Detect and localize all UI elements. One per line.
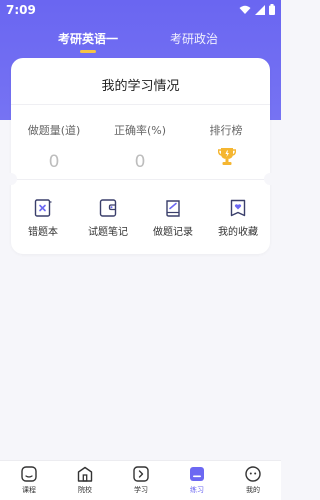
- card-notch-left: [5, 173, 17, 185]
- stat-value: 0: [48, 152, 60, 172]
- status-bar: 7:09: [0, 0, 281, 22]
- leaderboard-entry[interactable]: 排行榜: [183, 122, 269, 138]
- title-divider: [11, 104, 270, 105]
- nav-item-study[interactable]: 学习: [113, 465, 169, 495]
- practice-icon: [190, 467, 204, 481]
- status-icons: [239, 4, 275, 15]
- my-favorites-button[interactable]: 我的收藏: [208, 198, 268, 238]
- nav-label: 练习: [190, 486, 204, 494]
- favorite-icon: [230, 199, 246, 217]
- study-icon: [133, 466, 149, 482]
- nav-item-school[interactable]: 院校: [57, 465, 113, 495]
- trophy-icon[interactable]: [218, 146, 236, 166]
- stat-question-count: 做题量(道) 0: [11, 122, 97, 172]
- wrong-book-icon: [34, 199, 52, 217]
- tab-english-one[interactable]: 考研英语一: [58, 30, 118, 47]
- practice-record-button[interactable]: 做题记录: [143, 198, 203, 238]
- school-icon: [77, 466, 93, 482]
- card-notch-right: [264, 173, 276, 185]
- battery-icon: [269, 4, 275, 15]
- nav-item-course[interactable]: 课程: [1, 465, 57, 495]
- note-icon: [99, 199, 117, 217]
- action-label: 做题记录: [153, 227, 193, 238]
- card-title: 我的学习情况: [101, 79, 180, 94]
- stat-value: 0: [134, 152, 146, 172]
- stat-accuracy: 正确率(%) 0: [97, 122, 183, 172]
- nav-item-profile[interactable]: 我的: [225, 465, 281, 495]
- card-divider: [11, 179, 270, 180]
- action-label: 试题笔记: [88, 227, 128, 238]
- record-icon: [166, 200, 180, 217]
- status-time: 7:09: [6, 3, 36, 17]
- nav-label: 学习: [134, 486, 148, 494]
- subject-tabs: 考研英语一 考研政治: [0, 28, 281, 56]
- nav-label: 我的: [246, 486, 260, 494]
- nav-label: 课程: [22, 486, 36, 494]
- question-notes-button[interactable]: 试题笔记: [78, 198, 138, 238]
- study-overview-card: 我的学习情况 做题量(道) 0 正确率(%) 0 排行榜 错题本 试题笔记 做题…: [5, 58, 276, 254]
- wrong-book-button[interactable]: 错题本: [13, 198, 73, 238]
- action-label: 错题本: [28, 227, 58, 238]
- active-tab-indicator: [80, 50, 96, 53]
- course-icon: [21, 466, 37, 482]
- action-label: 我的收藏: [218, 227, 258, 238]
- stat-label: 正确率(%): [113, 124, 167, 137]
- nav-item-practice[interactable]: 练习: [169, 465, 225, 495]
- tab-politics[interactable]: 考研政治: [170, 30, 218, 47]
- signal-icon: [255, 4, 265, 15]
- wifi-icon: [239, 5, 251, 14]
- stat-label: 排行榜: [209, 124, 243, 137]
- stat-label: 做题量(道): [27, 124, 81, 137]
- nav-label: 院校: [78, 486, 92, 494]
- profile-icon: [245, 466, 261, 482]
- bottom-navigation: 课程 院校 学习 练习 我的: [0, 460, 281, 500]
